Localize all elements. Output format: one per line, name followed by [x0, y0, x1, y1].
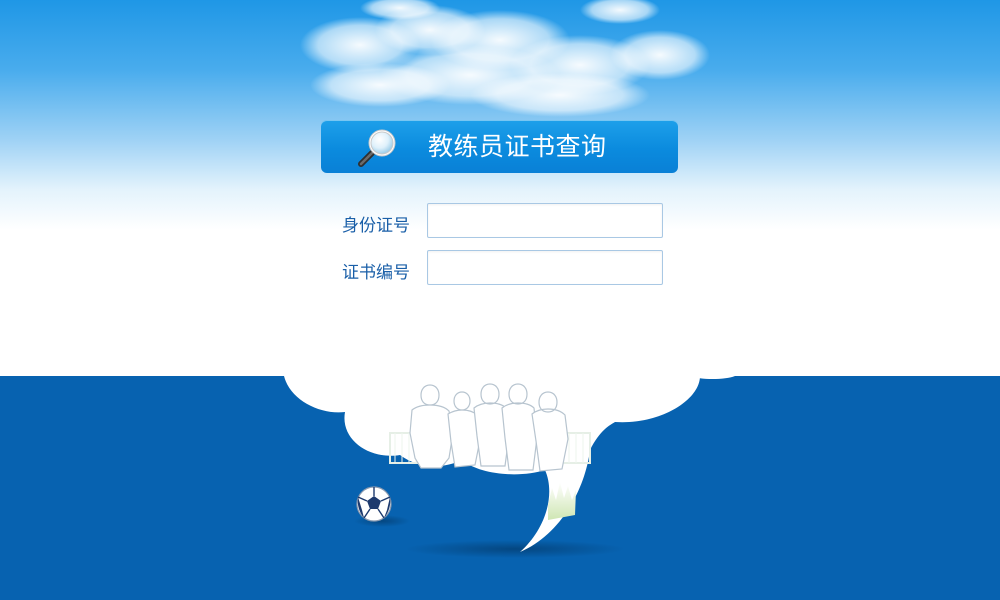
magnifier-icon [358, 129, 396, 167]
certificate-number-label: 证书编号 [342, 263, 410, 283]
soccer-ball-icon [356, 486, 392, 522]
certificate-number-input[interactable] [427, 250, 663, 285]
id-number-label: 身份证号 [342, 216, 410, 236]
id-number-input[interactable] [427, 203, 663, 238]
login-page: 教练员证书查询 身份证号 证书编号 [0, 0, 1000, 600]
page-title: 教练员证书查询 [428, 132, 607, 161]
speech-bubble-illustration [284, 376, 735, 558]
